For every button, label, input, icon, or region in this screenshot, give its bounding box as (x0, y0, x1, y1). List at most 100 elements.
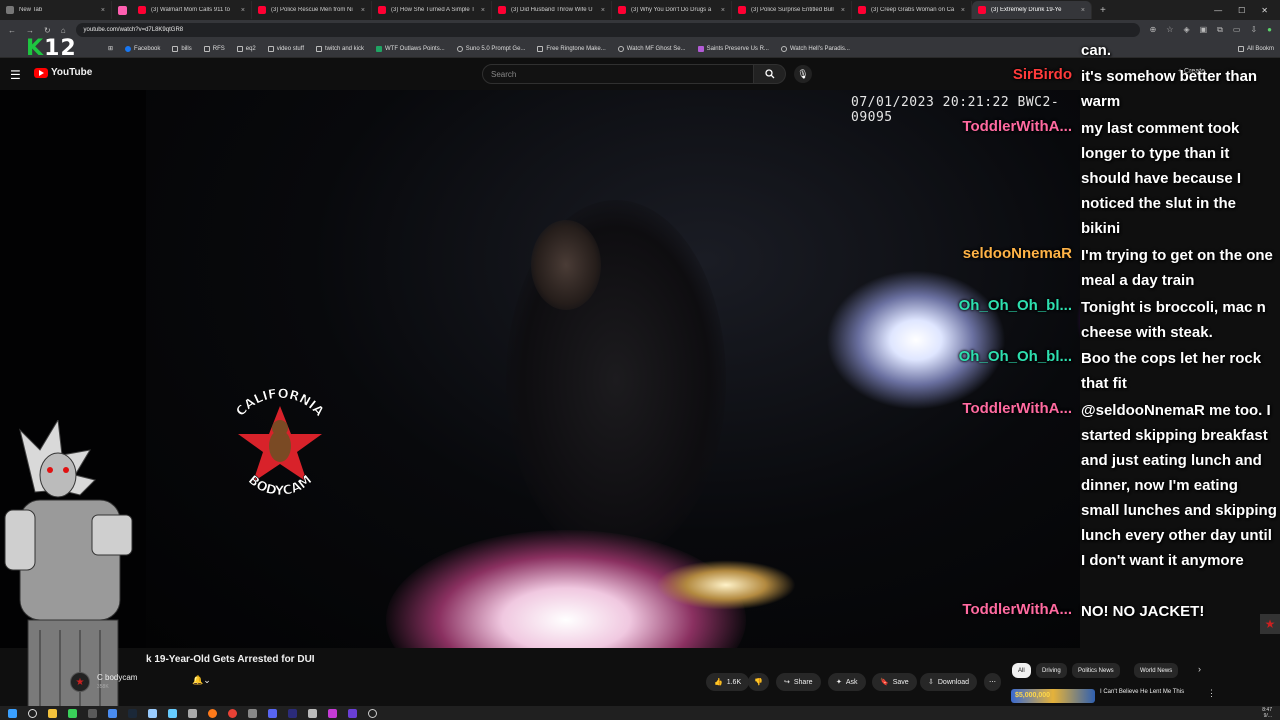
browser-tab[interactable]: (3) Police Rescue Men from Ni × (252, 1, 372, 19)
home-icon[interactable]: ⌂ (61, 26, 66, 35)
app-icon[interactable] (308, 708, 317, 718)
app-icon[interactable] (328, 708, 337, 718)
bookmark-folder[interactable]: eq2 (236, 45, 256, 52)
url-field[interactable]: youtube.com/watch?v=d7L8K9qtGR8 (75, 23, 1140, 37)
dislike-button[interactable]: 👎 (748, 673, 769, 691)
chat-message-text: it's somehow better than warm (1081, 68, 1258, 110)
back-icon[interactable]: ← (8, 26, 16, 35)
browser-tab[interactable]: (3) How She Turned A Simple T × (372, 1, 492, 19)
download-button[interactable]: ⇩ Download (920, 673, 978, 691)
app-icon[interactable] (68, 708, 77, 718)
bookmark-link[interactable]: Watch MF Ghost Se... (617, 45, 686, 52)
hamburger-menu-icon[interactable]: ☰ (10, 68, 21, 82)
chip-politics-news[interactable]: Politics News (1072, 663, 1120, 678)
browser-tab-active[interactable]: (3) Extremely Drunk 19-Ye × (972, 1, 1092, 19)
california-bodycam-logo: CALIFORNIA BODYCAM (233, 386, 327, 499)
recommended-title[interactable]: I Can't Believe He Lent Me This (1100, 689, 1200, 695)
bookmark-link[interactable]: Suno 5.0 Prompt Ge... (456, 45, 525, 52)
chrome-icon[interactable] (228, 708, 237, 718)
bookmark-facebook[interactable]: Facebook (125, 45, 160, 52)
app-icon[interactable] (288, 708, 297, 718)
windows-start-icon[interactable] (8, 708, 17, 718)
bookmark-folder[interactable]: video stuff (267, 45, 304, 52)
browser-tab[interactable]: (3) Creep Grabs Woman on Ca × (852, 1, 972, 19)
bookmark-star-icon[interactable]: ☆ (1166, 25, 1173, 35)
youtube-favicon-icon (138, 6, 146, 14)
notification-bell-icon[interactable]: 🔔⌄ (192, 675, 211, 686)
bookmark-folder[interactable]: bills (172, 45, 192, 52)
close-icon[interactable]: × (841, 7, 845, 14)
app-icon[interactable] (148, 708, 157, 718)
app-icon[interactable] (348, 708, 357, 718)
more-actions-button[interactable]: ⋯ (984, 673, 1001, 691)
app-icon[interactable] (88, 708, 97, 718)
close-icon[interactable]: × (481, 7, 485, 14)
download-icon[interactable]: ⇩ (1250, 25, 1257, 35)
video-player[interactable]: 07/01/2023 20:21:22 BWC2-09095 (0, 90, 1080, 648)
bookmark-link[interactable]: Saints Preserve Us R... (697, 45, 769, 52)
file-explorer-icon[interactable] (48, 708, 57, 718)
channel-avatar[interactable]: ★ (70, 672, 90, 692)
close-window-icon[interactable]: ✕ (1261, 6, 1268, 15)
close-icon[interactable]: × (1081, 7, 1085, 14)
discord-icon[interactable] (268, 708, 277, 718)
firefox-icon[interactable] (208, 708, 217, 718)
search-button[interactable] (754, 64, 786, 84)
youtube-logo-text: YouTube (51, 67, 93, 78)
close-icon[interactable]: × (361, 7, 365, 14)
browser-tab[interactable]: (3) Why You Don't Do Drugs a × (612, 1, 732, 19)
sidebar-icon[interactable]: ▭ (1233, 25, 1241, 35)
chip-world-news[interactable]: World News (1134, 663, 1179, 678)
settings-gear-icon[interactable] (368, 708, 377, 718)
system-tray-clock[interactable]: 8:47 9/... (1262, 707, 1272, 719)
channel-name[interactable]: C bodycam (97, 673, 137, 682)
reload-icon[interactable]: ↻ (44, 26, 51, 35)
close-icon[interactable]: × (961, 7, 965, 14)
bookmark-folder[interactable]: RFS (203, 45, 225, 52)
close-icon[interactable]: × (101, 7, 105, 14)
recommended-thumbnail[interactable]: $5,000,000 (1011, 689, 1095, 703)
chat-message-text: Boo the cops let her rock that fit (1081, 350, 1262, 392)
bookmark-folder[interactable]: twitch and kick (316, 45, 364, 52)
puzzle-icon[interactable]: ⧉ (1217, 25, 1223, 35)
minimize-icon[interactable]: — (1214, 6, 1222, 15)
search-icon[interactable] (28, 708, 37, 718)
pinned-tab[interactable] (112, 1, 132, 19)
corner-avatar-icon[interactable]: ★ (1260, 614, 1280, 634)
profile-icon[interactable]: ● (1267, 25, 1272, 35)
ask-button[interactable]: ✦ Ask (828, 673, 866, 691)
close-icon[interactable]: × (721, 7, 725, 14)
browser-tab[interactable]: (3) Did Husband Throw Wife U × (492, 1, 612, 19)
install-icon[interactable]: ⊕ (1150, 25, 1157, 35)
extension-icon[interactable]: ◈ (1183, 25, 1189, 35)
steam-icon[interactable] (128, 708, 137, 718)
app-icon[interactable] (168, 708, 177, 718)
save-button[interactable]: 🔖 Save (872, 673, 917, 691)
youtube-logo[interactable]: YouTube (34, 67, 92, 78)
globe-icon (617, 45, 624, 52)
forward-icon[interactable]: → (26, 26, 34, 35)
chip-driving[interactable]: Driving (1036, 663, 1067, 678)
browser-tab[interactable]: (3) Walmart Mom Calls 911 to × (132, 1, 252, 19)
maximize-icon[interactable]: ☐ (1238, 6, 1245, 15)
app-icon[interactable] (248, 708, 257, 718)
voice-search-button[interactable]: 🎙 (794, 65, 812, 83)
browser-tab[interactable]: New Tab × (0, 1, 112, 19)
close-icon[interactable]: × (601, 7, 605, 14)
app-icon[interactable] (188, 708, 197, 718)
chip-all[interactable]: All (1012, 663, 1031, 678)
bookmark-link[interactable]: Free Ringtone Make... (537, 45, 606, 52)
search-input[interactable]: Search (482, 64, 754, 84)
bookmark-link[interactable]: Watch Hell's Paradis... (780, 45, 850, 52)
app-icon[interactable] (108, 708, 117, 718)
browser-tab[interactable]: (3) Police Surprise Entitled Bull × (732, 1, 852, 19)
new-tab-button[interactable]: + (1092, 5, 1114, 16)
chevron-right-icon[interactable]: › (1198, 664, 1201, 674)
apps-grid-icon[interactable]: ⊞ (108, 45, 113, 52)
bookmark-link[interactable]: WTF Outlaws Points... (376, 45, 445, 52)
extension-icon[interactable]: ▣ (1200, 25, 1208, 35)
close-icon[interactable]: × (241, 7, 245, 14)
more-vert-icon[interactable]: ⋮ (1207, 688, 1216, 699)
like-button[interactable]: 👍 1.6K (706, 673, 750, 691)
share-button[interactable]: ↪ Share (776, 673, 821, 691)
